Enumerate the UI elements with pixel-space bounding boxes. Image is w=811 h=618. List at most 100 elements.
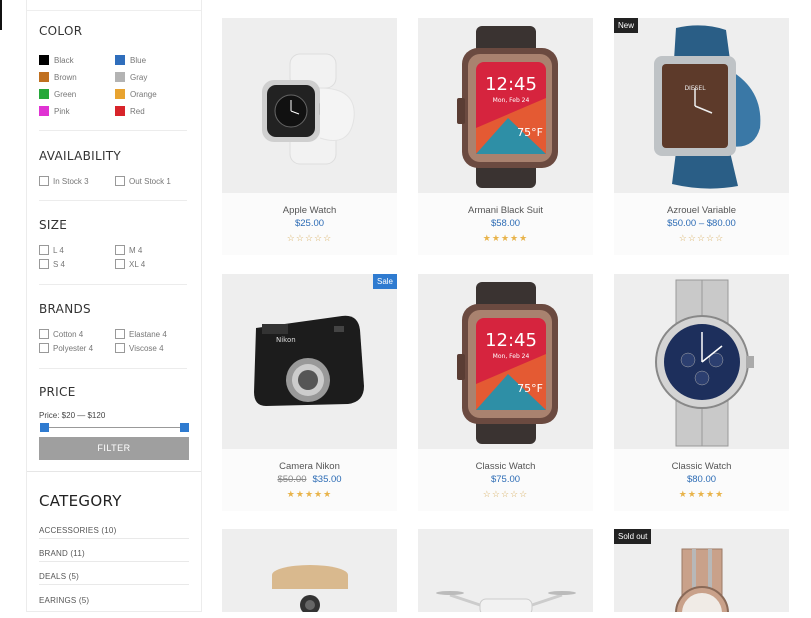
- color-brown[interactable]: Brown: [39, 72, 77, 82]
- product-name[interactable]: Armani Black Suit: [418, 205, 593, 216]
- checkbox[interactable]: [115, 259, 125, 269]
- filter-button[interactable]: FILTER: [39, 437, 189, 460]
- category-item-accessories[interactable]: ACCESSORIES (10): [39, 526, 116, 535]
- product-name[interactable]: Classic Watch: [418, 461, 593, 472]
- color-swatch: [39, 106, 49, 116]
- sidebar: COLOR Black Blue Brown Gray Green Orange…: [26, 0, 202, 612]
- color-gray[interactable]: Gray: [115, 72, 147, 82]
- camera-icon: Nikon: [254, 315, 364, 406]
- color-swatch: [115, 89, 125, 99]
- product-image[interactable]: [614, 274, 789, 449]
- product-info: Apple Watch $25.00 ☆☆☆☆☆: [222, 193, 397, 255]
- size-l[interactable]: L 4: [39, 245, 64, 255]
- star-empty-icon: ☆: [715, 233, 725, 243]
- product-image[interactable]: 12:45 Mon, Feb 24 75°F: [418, 274, 593, 449]
- product-info: Azrouel Variable $50.00 – $80.00 ☆☆☆☆☆: [614, 193, 789, 255]
- checkbox-label: Out Stock 1: [129, 176, 171, 186]
- product-name[interactable]: Classic Watch: [614, 461, 789, 472]
- product-image[interactable]: [222, 529, 397, 612]
- color-orange[interactable]: Orange: [115, 89, 157, 99]
- star-empty-icon: ☆: [286, 233, 296, 243]
- availability-in-stock[interactable]: In Stock 3: [39, 176, 89, 186]
- checkbox-label: Viscose 4: [129, 343, 164, 353]
- color-red[interactable]: Red: [115, 106, 145, 116]
- star-empty-icon: ☆: [696, 233, 707, 243]
- svg-text:12:45: 12:45: [485, 74, 537, 95]
- color-blue[interactable]: Blue: [115, 55, 146, 65]
- size-xl[interactable]: XL 4: [115, 259, 145, 269]
- color-swatch: [115, 106, 125, 116]
- color-pink[interactable]: Pink: [39, 106, 70, 116]
- product-card[interactable]: [418, 529, 593, 612]
- rating-stars: ★★★★★: [222, 489, 397, 500]
- svg-text:Nikon: Nikon: [276, 336, 296, 344]
- category-item-brand[interactable]: BRAND (11): [39, 549, 85, 558]
- brand-cotton[interactable]: Cotton 4: [39, 329, 83, 339]
- smartwatch-white-icon: [262, 53, 355, 165]
- category-title: CATEGORY: [39, 492, 122, 510]
- checkbox[interactable]: [115, 176, 125, 186]
- checkbox[interactable]: [39, 245, 49, 255]
- color-label: Blue: [130, 55, 147, 65]
- price-slider-max-handle[interactable]: [180, 423, 189, 432]
- checkbox[interactable]: [39, 259, 49, 269]
- brand-viscose[interactable]: Viscose 4: [115, 343, 164, 353]
- color-swatch: [39, 55, 49, 65]
- edge-bar: [0, 0, 2, 30]
- product-price: $50.00 – $80.00: [667, 218, 736, 229]
- product-info: Classic Watch $75.00 ☆☆☆☆☆: [418, 449, 593, 511]
- product-card[interactable]: DIESEL New Azrouel Variable $50.00 – $80…: [614, 18, 789, 255]
- price-slider-track[interactable]: [41, 427, 186, 428]
- star-filled-icon: ★: [706, 489, 716, 499]
- analog-watch-blue-icon: DIESEL: [654, 25, 761, 189]
- checkbox[interactable]: [39, 343, 49, 353]
- color-green[interactable]: Green: [39, 89, 76, 99]
- divider: [39, 368, 187, 369]
- product-card[interactable]: Sold out: [614, 529, 789, 612]
- product-price: $80.00: [686, 474, 717, 485]
- product-card[interactable]: 12:45 Mon, Feb 24 75°F Classic Watch $75…: [418, 274, 593, 511]
- star-filled-icon: ★: [304, 489, 315, 499]
- star-filled-icon: ★: [715, 489, 725, 499]
- product-name[interactable]: Azrouel Variable: [614, 205, 789, 216]
- checkbox[interactable]: [115, 343, 125, 353]
- product-card[interactable]: Classic Watch $80.00 ★★★★★: [614, 274, 789, 511]
- product-image[interactable]: 12:45 Mon, Feb 24 75°F: [418, 18, 593, 193]
- price-range-text: Price: $20 — $120: [39, 411, 106, 420]
- product-card[interactable]: 12:45 Mon, Feb 24 75°F Armani Black Suit…: [418, 18, 593, 255]
- sold-out-badge: Sold out: [614, 529, 652, 544]
- price-title: PRICE: [39, 385, 76, 399]
- product-name[interactable]: Apple Watch: [222, 205, 397, 216]
- color-black[interactable]: Black: [39, 55, 74, 65]
- product-image[interactable]: Nikon Sale: [222, 274, 397, 449]
- divider: [39, 584, 189, 585]
- checkbox[interactable]: [115, 245, 125, 255]
- checkbox[interactable]: [39, 176, 49, 186]
- checkbox-label: XL 4: [129, 259, 146, 269]
- category-item-earings[interactable]: EARINGS (5): [39, 596, 89, 605]
- product-image[interactable]: DIESEL New: [614, 18, 789, 193]
- star-empty-icon: ☆: [678, 233, 688, 243]
- star-empty-icon: ☆: [519, 489, 529, 499]
- product-card[interactable]: Apple Watch $25.00 ☆☆☆☆☆: [222, 18, 397, 255]
- brand-elastane[interactable]: Elastane 4: [115, 329, 167, 339]
- product-image[interactable]: [418, 529, 593, 612]
- checkbox-label: Cotton 4: [53, 329, 84, 339]
- product-image[interactable]: [222, 18, 397, 193]
- size-s[interactable]: S 4: [39, 259, 65, 269]
- star-filled-icon: ★: [696, 489, 707, 499]
- availability-out-stock[interactable]: Out Stock 1: [115, 176, 171, 186]
- smartwatch-dark-icon: 12:45 Mon, Feb 24 75°F: [457, 26, 558, 188]
- price-slider-min-handle[interactable]: [40, 423, 49, 432]
- divider: [39, 561, 189, 562]
- brand-polyester[interactable]: Polyester 4: [39, 343, 93, 353]
- checkbox[interactable]: [115, 329, 125, 339]
- checkbox[interactable]: [39, 329, 49, 339]
- product-card[interactable]: [222, 529, 397, 612]
- product-name[interactable]: Camera Nikon: [222, 461, 397, 472]
- size-m[interactable]: M 4: [115, 245, 142, 255]
- product-image[interactable]: Sold out: [614, 529, 789, 612]
- product-card[interactable]: Nikon Sale Camera Nikon $50.00 $35.00 ★★★…: [222, 274, 397, 511]
- svg-text:75°F: 75°F: [517, 382, 543, 395]
- category-item-deals[interactable]: DEALS (5): [39, 572, 79, 581]
